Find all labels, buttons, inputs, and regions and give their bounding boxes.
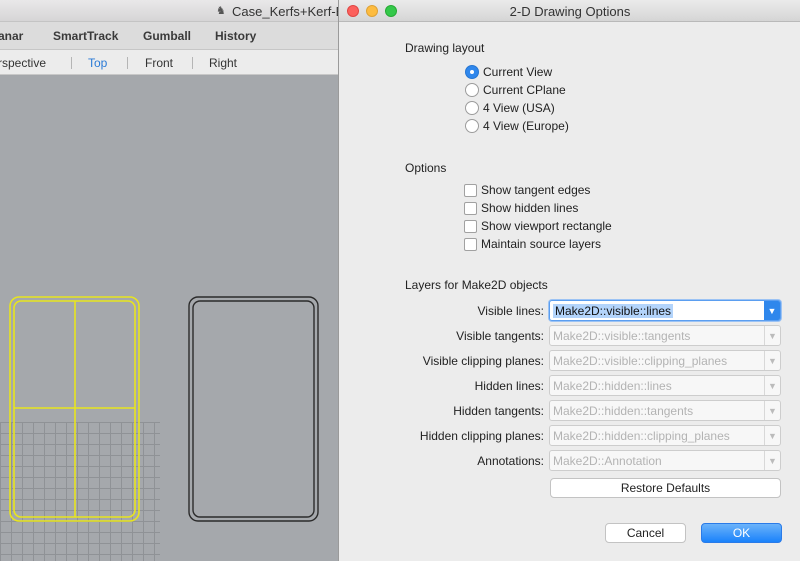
toolbar-item-smarttrack[interactable]: SmartTrack	[53, 29, 118, 43]
label-hidden-clipping-planes: Hidden clipping planes:	[419, 429, 544, 443]
label-visible-lines: Visible lines:	[477, 304, 544, 318]
options-heading: Options	[405, 161, 447, 175]
radio-4-view-usa[interactable]: 4 View (USA)	[465, 100, 555, 116]
label-hidden-tangents: Hidden tangents:	[453, 404, 544, 418]
combo-value: Make2D::visible::lines	[553, 304, 674, 318]
restore-defaults-button[interactable]: Restore Defaults	[550, 478, 781, 498]
background-window-title: Case_Kerfs+Kerf-Be	[232, 4, 352, 19]
chevron-down-icon: ▼	[764, 426, 780, 445]
combo-visible-clipping-planes: Make2D::visible::clipping_planes ▼	[549, 350, 781, 371]
checkbox-label: Maintain source layers	[481, 237, 602, 251]
tab-top[interactable]: Top	[88, 56, 107, 70]
tab-separator	[71, 57, 72, 69]
chevron-down-icon[interactable]: ▼	[764, 301, 780, 320]
chevron-down-icon: ▼	[764, 376, 780, 395]
radio-label: 4 View (USA)	[483, 101, 555, 115]
label-annotations: Annotations:	[477, 454, 544, 468]
combo-value: Make2D::hidden::clipping_planes	[553, 429, 730, 443]
combo-hidden-lines: Make2D::hidden::lines ▼	[549, 375, 781, 396]
dialog-titlebar: 2-D Drawing Options	[339, 0, 800, 22]
checkbox[interactable]	[464, 183, 477, 197]
selected-case-outline[interactable]	[9, 296, 140, 522]
radio-label: Current View	[483, 65, 553, 79]
combo-hidden-tangents: Make2D::hidden::tangents ▼	[549, 400, 781, 421]
viewport-geometry	[9, 296, 319, 522]
toolbar-item-planar[interactable]: anar	[0, 29, 23, 43]
viewport-tabs: rspective Top Front Right	[0, 50, 340, 75]
checkbox-show-tangent-edges[interactable]: Show tangent edges	[464, 182, 590, 198]
ok-button[interactable]: OK	[701, 523, 782, 543]
top-viewport[interactable]	[0, 76, 340, 561]
radio-current-view[interactable]: Current View	[465, 64, 552, 80]
checkbox[interactable]	[464, 237, 477, 251]
checkbox-label: Show tangent edges	[481, 183, 591, 197]
case-outline[interactable]	[188, 296, 319, 522]
combo-value: Make2D::visible::tangents	[553, 329, 691, 343]
combo-annotations: Make2D::Annotation ▼	[549, 450, 781, 471]
radio-button[interactable]	[465, 65, 479, 79]
tab-right[interactable]: Right	[209, 56, 237, 70]
label-visible-tangents: Visible tangents:	[456, 329, 544, 343]
background-toolbar: anar SmartTrack Gumball History	[0, 22, 340, 50]
radio-label: Current CPlane	[483, 83, 566, 97]
combo-hidden-clipping-planes: Make2D::hidden::clipping_planes ▼	[549, 425, 781, 446]
radio-button[interactable]	[465, 119, 479, 133]
tab-separator	[192, 57, 193, 69]
label-visible-clipping-planes: Visible clipping planes:	[422, 354, 544, 368]
drawing-layout-heading: Drawing layout	[405, 41, 485, 55]
checkbox-show-viewport-rectangle[interactable]: Show viewport rectangle	[464, 218, 612, 234]
combo-visible-lines[interactable]: Make2D::visible::lines ▼	[549, 300, 781, 321]
chevron-down-icon: ▼	[764, 351, 780, 370]
checkbox-label: Show viewport rectangle	[481, 219, 612, 233]
tab-perspective[interactable]: rspective	[0, 56, 46, 70]
dialog-title: 2-D Drawing Options	[509, 4, 631, 19]
checkbox-label: Show hidden lines	[481, 201, 579, 215]
radio-label: 4 View (Europe)	[483, 119, 569, 133]
toolbar-item-history[interactable]: History	[215, 29, 256, 43]
combo-value: Make2D::Annotation	[553, 454, 662, 468]
radio-current-cplane[interactable]: Current CPlane	[465, 82, 566, 98]
combo-visible-tangents: Make2D::visible::tangents ▼	[549, 325, 781, 346]
background-window-titlebar: ♞ Case_Kerfs+Kerf-Be	[0, 0, 352, 22]
radio-4-view-europe[interactable]: 4 View (Europe)	[465, 118, 569, 134]
toolbar-item-gumball[interactable]: Gumball	[143, 29, 191, 43]
checkbox-maintain-source-layers[interactable]: Maintain source layers	[464, 236, 601, 252]
drawing-options-dialog: 2-D Drawing Options Drawing layout Curre…	[338, 0, 800, 561]
combo-value: Make2D::hidden::tangents	[553, 404, 694, 418]
checkbox[interactable]	[464, 201, 477, 215]
combo-value: Make2D::visible::clipping_planes	[553, 354, 728, 368]
document-icon: ♞	[216, 5, 226, 17]
layers-heading: Layers for Make2D objects	[405, 278, 548, 292]
label-hidden-lines: Hidden lines:	[474, 379, 544, 393]
chevron-down-icon: ▼	[764, 401, 780, 420]
chevron-down-icon: ▼	[764, 451, 780, 470]
radio-button[interactable]	[465, 83, 479, 97]
tab-separator	[127, 57, 128, 69]
chevron-down-icon: ▼	[764, 326, 780, 345]
checkbox-show-hidden-lines[interactable]: Show hidden lines	[464, 200, 578, 216]
checkbox[interactable]	[464, 219, 477, 233]
radio-button[interactable]	[465, 101, 479, 115]
combo-value: Make2D::hidden::lines	[553, 379, 672, 393]
cancel-button[interactable]: Cancel	[605, 523, 686, 543]
tab-front[interactable]: Front	[145, 56, 173, 70]
